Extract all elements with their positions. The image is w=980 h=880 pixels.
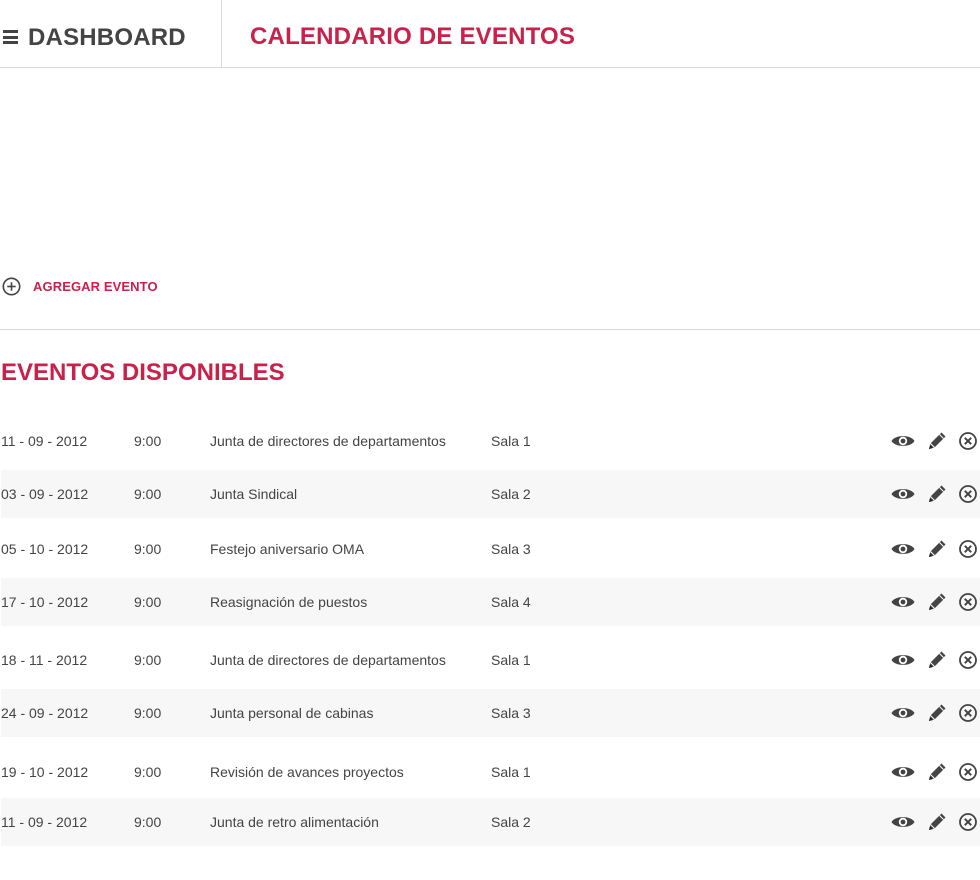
dashboard-header: DASHBOARD [0, 0, 222, 68]
event-description: Festejo aniversario OMA [210, 541, 365, 557]
event-room: Sala 2 [491, 486, 531, 502]
event-description: Junta personal de cabinas [210, 705, 374, 721]
pencil-icon[interactable] [925, 537, 949, 561]
event-date: 17 - 10 - 2012 [1, 594, 89, 610]
plus-circle-icon [2, 277, 21, 296]
event-date: 24 - 09 - 2012 [1, 705, 89, 721]
event-date: 05 - 10 - 2012 [1, 541, 89, 557]
event-date: 11 - 09 - 2012 [1, 433, 88, 449]
event-time: 9:00 [134, 486, 162, 502]
event-date: 03 - 09 - 2012 [1, 486, 89, 502]
event-room: Sala 4 [491, 594, 531, 610]
eye-icon[interactable] [890, 429, 915, 453]
eye-icon[interactable] [890, 537, 915, 561]
event-room: Sala 2 [491, 814, 531, 830]
event-room: Sala 3 [491, 541, 531, 557]
event-time: 9:00 [134, 594, 162, 610]
pencil-icon[interactable] [925, 590, 949, 614]
pencil-icon[interactable] [925, 648, 949, 672]
hamburger-menu-icon[interactable] [3, 30, 18, 44]
event-room: Sala 1 [491, 764, 531, 780]
event-description: Junta de directores de departamentos [210, 652, 446, 668]
close-circle-icon[interactable] [956, 429, 980, 453]
event-row: 17 - 10 - 2012 9:00 Reasignación de puesto… [1, 578, 980, 626]
event-row: 11 - 09 - 2012 9:00 Junta de directores de… [1, 417, 980, 465]
event-row: 11 - 09 - 2012 9:00 Junta de retro aliment… [1, 798, 980, 846]
event-row: 19 - 10 - 2012 9:00 Revisión de avances pr… [1, 748, 980, 796]
event-row: 24 - 09 - 2012 9:00 Junta personal de cabi… [1, 689, 980, 737]
event-description: Junta Sindical [210, 486, 298, 502]
event-date: 11 - 09 - 2012 [1, 814, 88, 830]
pencil-icon[interactable] [925, 429, 949, 453]
event-room: Sala 3 [491, 705, 531, 721]
pencil-icon[interactable] [925, 810, 949, 834]
pencil-icon[interactable] [925, 760, 949, 784]
add-event-button[interactable]: AGREGAR EVENTO [2, 277, 158, 296]
section-divider [0, 329, 980, 330]
event-description: Revisión de avances proyectos [210, 764, 404, 780]
event-row: 18 - 11 - 2012 9:00 Junta de directores de… [1, 636, 980, 684]
dashboard-title[interactable]: DASHBOARD [28, 24, 186, 52]
eye-icon[interactable] [890, 701, 915, 725]
event-date: 18 - 11 - 2012 [1, 652, 88, 668]
event-time: 9:00 [134, 541, 162, 557]
event-time: 9:00 [134, 814, 162, 830]
event-time: 9:00 [134, 433, 162, 449]
event-time: 9:00 [134, 705, 162, 721]
page-title: CALENDARIO DE EVENTOS [250, 23, 576, 50]
event-description: Junta de directores de departamentos [210, 433, 446, 449]
close-circle-icon[interactable] [956, 590, 980, 614]
eye-icon[interactable] [890, 810, 915, 834]
close-circle-icon[interactable] [956, 537, 980, 561]
close-circle-icon[interactable] [956, 810, 980, 834]
eye-icon[interactable] [890, 482, 915, 506]
pencil-icon[interactable] [925, 482, 949, 506]
event-room: Sala 1 [491, 652, 531, 668]
top-bar: DASHBOARD CALENDARIO DE EVENTOS [0, 0, 980, 68]
event-room: Sala 1 [491, 433, 531, 449]
event-time: 9:00 [134, 652, 162, 668]
eye-icon[interactable] [890, 760, 915, 784]
close-circle-icon[interactable] [956, 701, 980, 725]
event-description: Junta de retro alimentación [210, 814, 379, 830]
event-row: 05 - 10 - 2012 9:00 Festejo aniversario OM… [1, 525, 980, 573]
events-section-title: EVENTOS DISPONIBLES [1, 359, 285, 386]
event-row: 03 - 09 - 2012 9:00 Junta Sindical Sala 2 [1, 470, 980, 518]
pencil-icon[interactable] [925, 701, 949, 725]
eye-icon[interactable] [890, 590, 915, 614]
close-circle-icon[interactable] [956, 760, 980, 784]
event-date: 19 - 10 - 2012 [1, 764, 89, 780]
add-event-label: AGREGAR EVENTO [33, 279, 158, 294]
event-time: 9:00 [134, 764, 162, 780]
eye-icon[interactable] [890, 648, 915, 672]
close-circle-icon[interactable] [956, 482, 980, 506]
event-description: Reasignación de puestos [210, 594, 368, 610]
close-circle-icon[interactable] [956, 648, 980, 672]
